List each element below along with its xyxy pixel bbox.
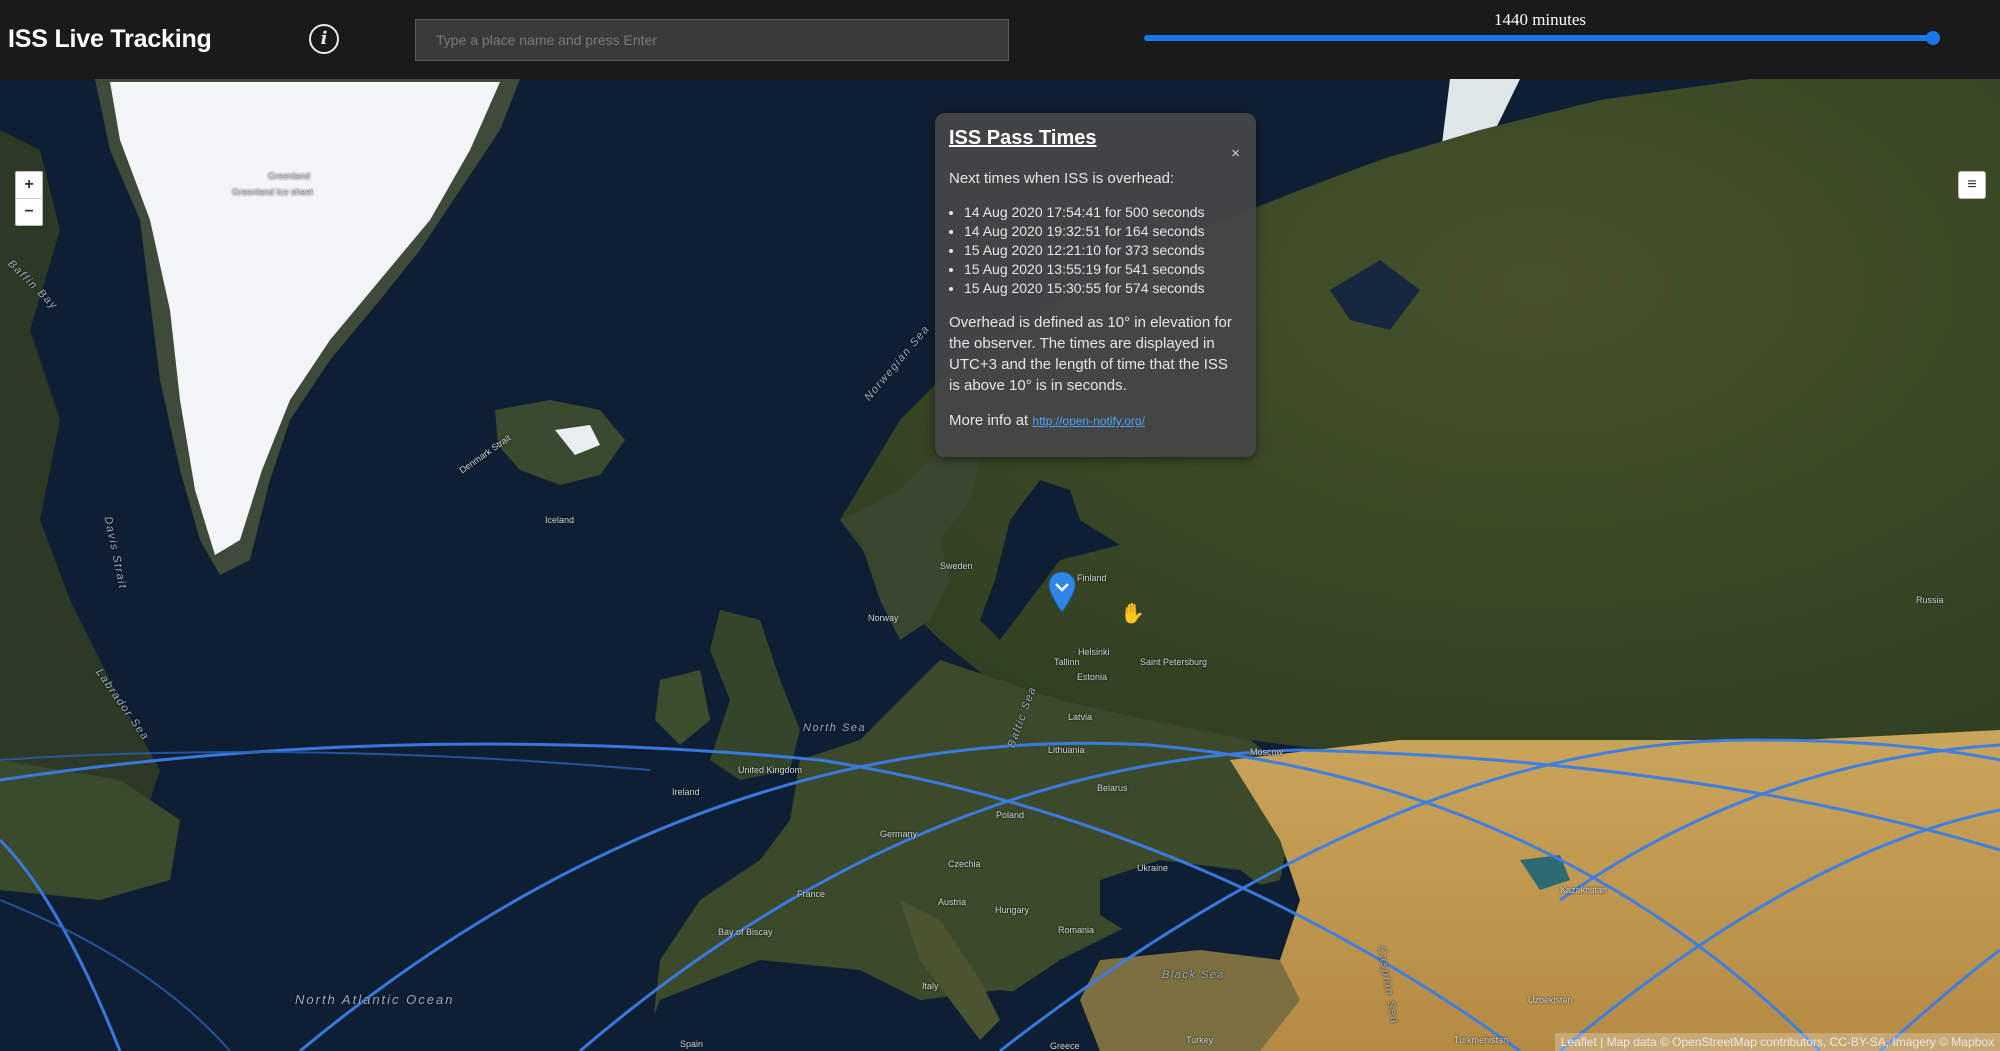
map-label-germany: Germany <box>880 829 918 839</box>
map-label-latvia: Latvia <box>1068 712 1093 722</box>
map-attribution: Leaflet | Map data © OpenStreetMap contr… <box>1554 1033 2000 1051</box>
map-label-uzbekistan: Uzbekistan <box>1528 995 1573 1005</box>
close-icon[interactable]: × <box>1231 145 1240 162</box>
map-label-finland: Finland <box>1077 573 1107 583</box>
map-label-czechia: Czechia <box>948 859 981 869</box>
map-label-north-atlantic: North Atlantic Ocean <box>295 992 455 1007</box>
map-label-italy: Italy <box>922 981 939 991</box>
popup-title: ISS Pass Times <box>949 127 1097 149</box>
map-label-turkmenistan: Turkmenistan <box>1454 1035 1509 1045</box>
map-label-turkey: Turkey <box>1186 1035 1214 1045</box>
map-label-united-kingdom: United Kingdom <box>738 765 803 775</box>
map-label-moscow: Moscow <box>1250 747 1284 757</box>
map-label-north-sea: North Sea <box>803 722 867 734</box>
map-label-black-sea: Black Sea <box>1162 969 1226 981</box>
map-label-austria: Austria <box>938 897 967 907</box>
pass-times-list: 14 Aug 2020 17:54:41 for 500 seconds 14 … <box>949 203 1242 298</box>
map-label-st-petersburg: Saint Petersburg <box>1140 657 1208 667</box>
open-notify-link[interactable]: http://open-notify.org/ <box>1032 414 1145 428</box>
map-label-greenland-ice: Greenland Ice sheet <box>232 187 314 197</box>
minutes-slider[interactable] <box>1144 31 1940 45</box>
location-marker-icon[interactable] <box>1047 572 1077 612</box>
map-label-ukraine: Ukraine <box>1137 863 1169 873</box>
map-label-greenland: Greenland <box>268 171 311 181</box>
map-label-belarus: Belarus <box>1097 783 1128 793</box>
zoom-in-button[interactable]: + <box>16 172 42 198</box>
map-label-helsinki: Helsinki <box>1078 647 1110 657</box>
slider-thumb[interactable] <box>1926 31 1940 45</box>
popup-intro: Next times when ISS is overhead: <box>949 170 1175 187</box>
more-info-prefix: More info at <box>949 412 1029 429</box>
map-label-sweden: Sweden <box>940 561 973 571</box>
minutes-label: 1440 minutes <box>1493 10 1587 29</box>
map-label-ireland: Ireland <box>672 787 700 797</box>
slider-fill <box>1144 35 1933 41</box>
map-label-romania: Romania <box>1058 925 1095 935</box>
iss-pass-times-popup: ISS Pass Times × Next times when ISS is … <box>935 113 1256 457</box>
map-label-poland: Poland <box>996 810 1025 820</box>
map-label-kazakhstan: Kazakhstan <box>1560 885 1608 895</box>
popup-note: Overhead is defined as 10° in elevation … <box>949 314 1232 394</box>
map-label-iceland: Iceland <box>545 515 575 525</box>
zoom-out-button[interactable]: − <box>16 198 42 225</box>
map-label-france: France <box>797 889 826 899</box>
layers-icon[interactable]: ≡ <box>1958 171 1986 199</box>
map-label-tallinn: Tallinn <box>1054 657 1080 667</box>
hand-cursor-icon: ✋ <box>1120 603 1145 625</box>
map-label-russia: Russia <box>1916 595 1944 605</box>
map-label-bay-of-biscay: Bay of Biscay <box>718 927 773 937</box>
list-item: 15 Aug 2020 12:21:10 for 373 seconds <box>964 241 1242 260</box>
list-item: 14 Aug 2020 17:54:41 for 500 seconds <box>964 203 1242 222</box>
zoom-control: + − <box>15 171 43 226</box>
map-label-lithuania: Lithuania <box>1048 745 1085 755</box>
map-label-spain: Spain <box>680 1039 704 1049</box>
app-header: ISS Live Tracking i 1440 minutes <box>0 0 2000 79</box>
map-label-estonia: Estonia <box>1077 672 1108 682</box>
map-label-greece: Greece <box>1050 1041 1080 1051</box>
map-label-norway: Norway <box>868 613 899 623</box>
info-icon[interactable]: i <box>309 24 339 54</box>
search-input[interactable] <box>415 19 1009 61</box>
map-label-hungary: Hungary <box>995 905 1030 915</box>
list-item: 15 Aug 2020 13:55:19 for 541 seconds <box>964 260 1242 279</box>
app-title: ISS Live Tracking <box>8 25 212 53</box>
list-item: 15 Aug 2020 15:30:55 for 574 seconds <box>964 279 1242 298</box>
popup-more-info: More info at http://open-notify.org/ <box>949 410 1242 432</box>
list-item: 14 Aug 2020 19:32:51 for 164 seconds <box>964 222 1242 241</box>
